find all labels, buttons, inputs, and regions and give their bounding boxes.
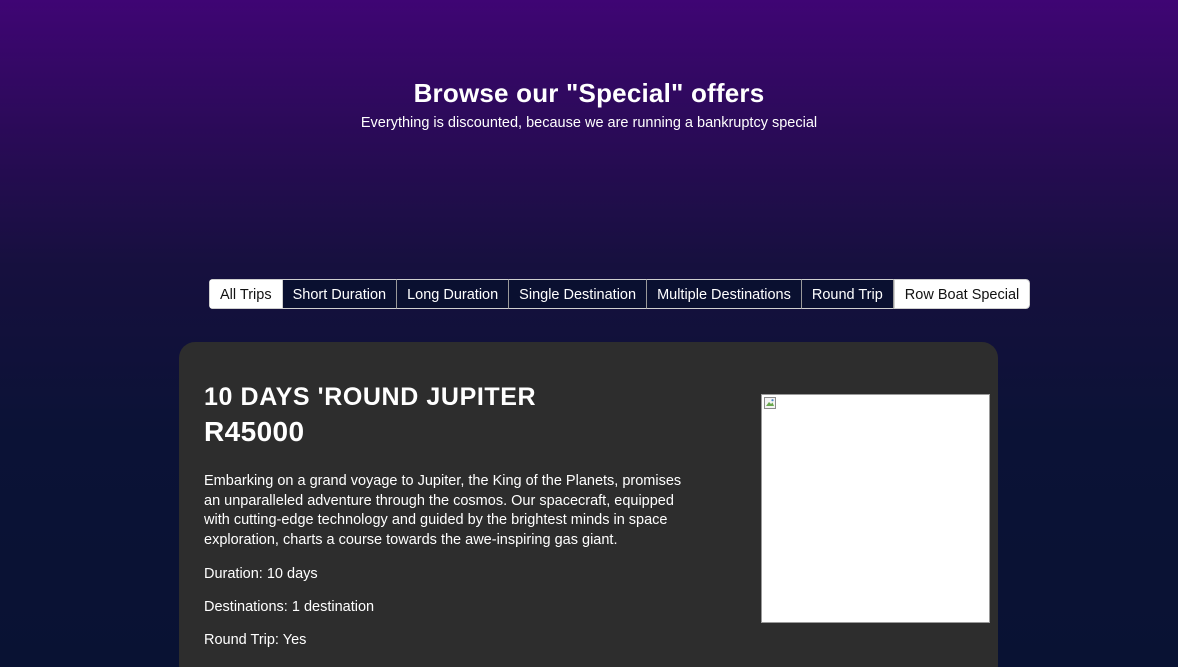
filter-multiple-destinations-button[interactable]: Multiple Destinations — [647, 279, 802, 309]
trip-price: R45000 — [204, 416, 305, 447]
trip-destinations: Destinations: 1 destination — [204, 599, 375, 615]
page-title: Browse our "Special" offers — [413, 78, 765, 108]
page-subtitle: Everything is discounted, because we are… — [360, 115, 818, 131]
trip-duration: Duration: 10 days — [204, 566, 318, 582]
filter-round-trip-button[interactable]: Round Trip — [801, 279, 894, 309]
trip-round-trip: Round Trip: Yes — [204, 632, 307, 648]
filter-row-boat-special-button[interactable]: Row Boat Special — [893, 279, 1031, 309]
trip-card: 10 Days 'Round Jupiter R45000 Embarking … — [179, 342, 998, 667]
trip-title: 10 Days 'Round Jupiter — [204, 383, 537, 411]
trip-image — [761, 394, 990, 623]
filter-short-duration-button[interactable]: Short Duration — [282, 279, 398, 309]
filter-long-duration-button[interactable]: Long Duration — [397, 279, 510, 309]
trip-description: Embarking on a grand voyage to Jupiter, … — [204, 473, 682, 548]
filter-single-destination-button[interactable]: Single Destination — [509, 279, 648, 309]
trip-filter-bar: All Trips Short Duration Long Duration S… — [209, 279, 1031, 309]
broken-image-icon — [764, 397, 776, 409]
filter-all-trips-button[interactable]: All Trips — [209, 279, 283, 309]
